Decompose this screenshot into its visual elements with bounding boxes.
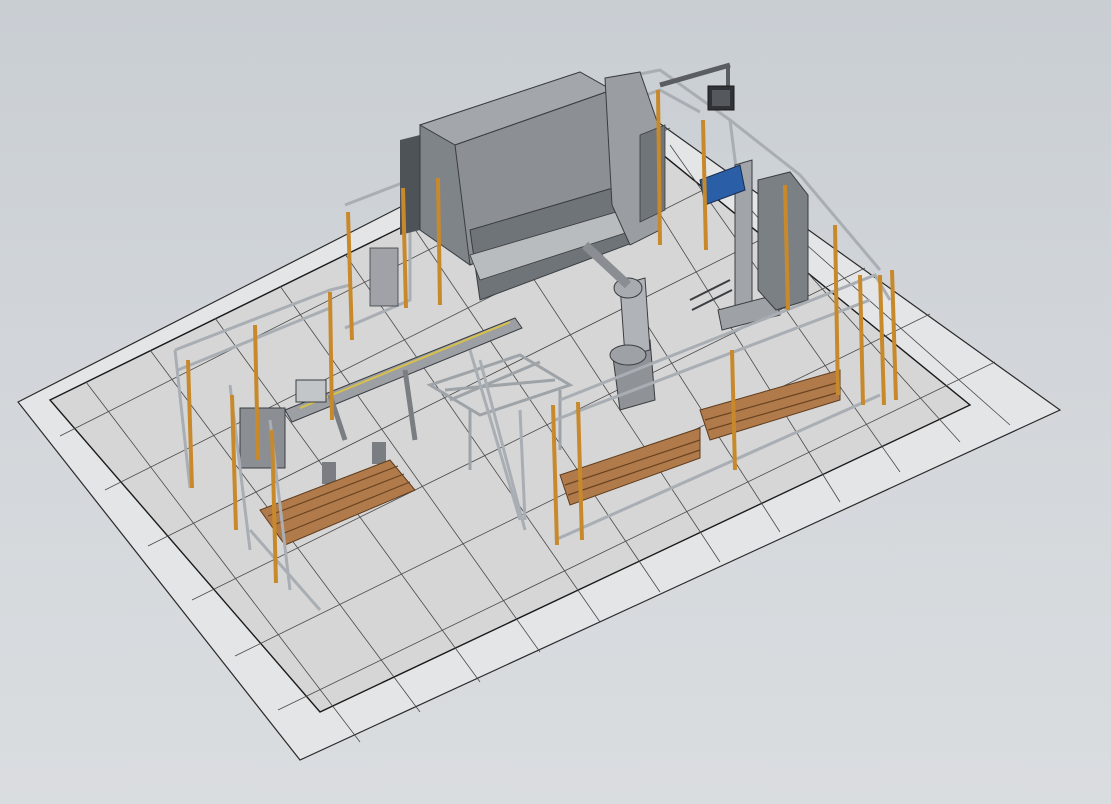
scene-canvas[interactable] <box>0 0 1111 804</box>
3d-viewport[interactable] <box>0 0 1111 804</box>
monitor-arm[interactable] <box>659 62 735 111</box>
